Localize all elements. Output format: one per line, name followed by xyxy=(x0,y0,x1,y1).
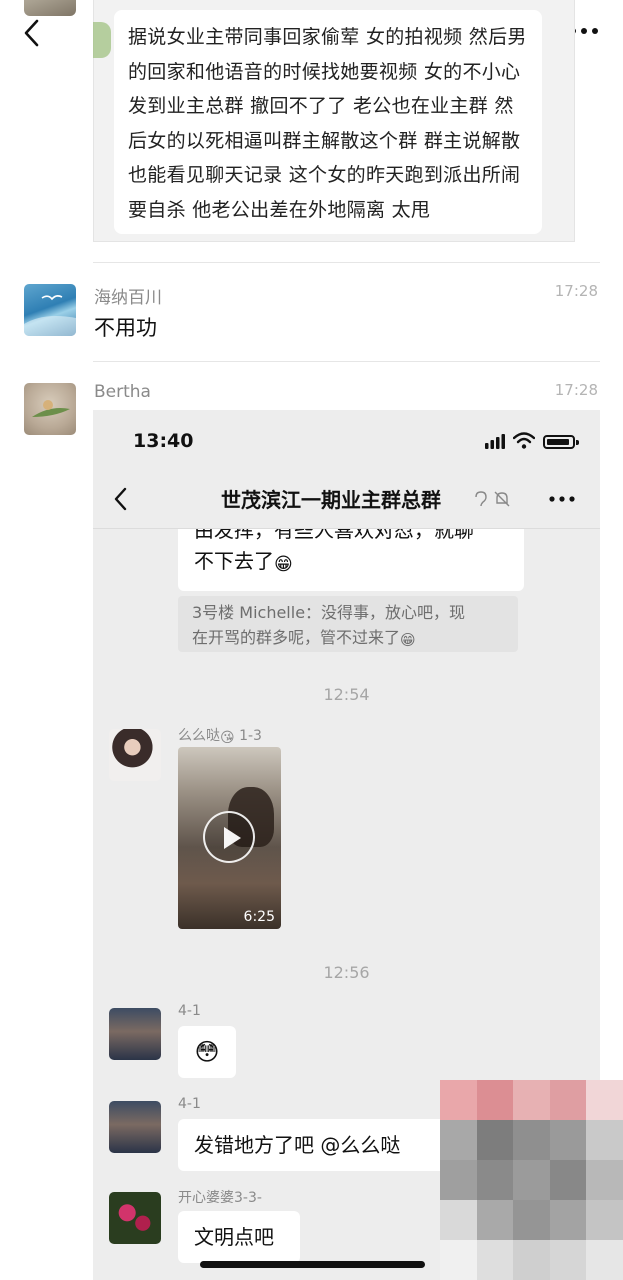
mosaic-tile xyxy=(513,1160,550,1200)
mosaic-tile xyxy=(586,1120,623,1160)
mosaic-tile xyxy=(440,1120,477,1160)
avatar xyxy=(109,1008,161,1060)
message-text: 不用功 xyxy=(94,316,157,340)
mosaic-tile xyxy=(440,1200,477,1240)
bubble-line: 不下去了 xyxy=(194,549,274,573)
post-decoration xyxy=(93,22,111,58)
message-time: 17:28 xyxy=(554,282,598,300)
sender-name: 海纳百川 xyxy=(94,288,162,308)
message-time: 17:28 xyxy=(554,381,598,399)
timestamp: 12:56 xyxy=(323,963,370,982)
mosaic-tile xyxy=(476,1240,514,1280)
play-triangle-icon xyxy=(224,827,241,849)
mosaic-tile xyxy=(586,1160,623,1200)
message-bubble: 由发挥，有些人喜欢对怼，就聊 不下去了😁 xyxy=(178,529,524,591)
mosaic-tile xyxy=(513,1240,550,1280)
sender-name: 4-1 xyxy=(178,1003,201,1019)
mosaic-tile xyxy=(440,1240,477,1280)
avatar xyxy=(109,1192,161,1244)
message-bubble: 文明点吧 xyxy=(178,1211,300,1263)
mosaic-tile xyxy=(440,1080,477,1120)
mosaic-tile xyxy=(549,1120,587,1160)
mosaic-tile xyxy=(476,1160,514,1200)
avatar xyxy=(109,729,161,781)
bubble-line: 由发挥，有些人喜欢对怼，就聊 xyxy=(194,529,474,542)
mosaic-tile xyxy=(476,1200,514,1240)
mosaic-tile xyxy=(549,1200,587,1240)
avatar xyxy=(24,0,76,16)
mosaic-tile xyxy=(476,1120,514,1160)
mosaic-tile xyxy=(549,1240,587,1280)
avatar xyxy=(109,1101,161,1153)
message-bubble: 😳 xyxy=(178,1026,236,1078)
back-icon xyxy=(114,487,127,511)
mosaic-tile xyxy=(586,1240,623,1280)
sender-name: 么么哒😘 1-3 xyxy=(178,728,262,746)
mosaic-tile xyxy=(476,1080,514,1120)
quote-line: 3号楼 Michelle：没得事，放心吧，现 xyxy=(192,603,466,622)
seagull-icon xyxy=(24,295,76,336)
divider xyxy=(93,262,600,263)
sender-name: 开心婆婆3-3- xyxy=(178,1190,262,1206)
battery-tip xyxy=(576,440,579,445)
timestamp: 12:54 xyxy=(323,685,370,704)
mosaic-tile xyxy=(549,1080,587,1120)
sender-name: 4-1 xyxy=(178,1096,201,1112)
grin-emoji-icon: 😁 xyxy=(400,631,416,649)
mosaic-tile xyxy=(513,1080,550,1120)
mosaic-tile xyxy=(440,1160,477,1200)
wifi-icon xyxy=(513,432,535,449)
post-text: 据说女业主带同事回家偷荤 女的拍视频 然后男的回家和他语音的时候找她要视频 女的… xyxy=(114,10,542,234)
signal-icon xyxy=(485,434,505,449)
home-indicator xyxy=(200,1261,425,1268)
quote-line: 在开骂的群多呢，管不过来了 xyxy=(192,628,401,647)
earpiece-icon xyxy=(475,491,487,507)
battery-icon xyxy=(543,435,575,449)
bird-illustration-icon xyxy=(32,400,70,417)
sender-name: Bertha xyxy=(94,382,151,402)
more-icon xyxy=(549,496,575,502)
video-duration: 6:25 xyxy=(243,909,275,925)
back-icon[interactable] xyxy=(18,18,48,48)
mosaic-tile xyxy=(549,1160,587,1200)
divider xyxy=(93,361,600,362)
status-time: 13:40 xyxy=(133,430,194,452)
avatar[interactable] xyxy=(24,383,76,435)
video-message: 6:25 xyxy=(178,747,281,929)
message-bubble: 发错地方了吧 @么么哒 xyxy=(178,1119,468,1171)
mute-bell-icon xyxy=(494,491,510,507)
mosaic-tile xyxy=(586,1200,623,1240)
mosaic-tile xyxy=(513,1120,550,1160)
pixelated-overlay xyxy=(440,1080,623,1280)
avatar[interactable] xyxy=(24,284,76,336)
chat-title: 世茂滨江一期业主群总群 xyxy=(221,488,441,512)
quoted-message: 3号楼 Michelle：没得事，放心吧，现 在开骂的群多呢，管不过来了😁 xyxy=(178,596,518,652)
mosaic-tile xyxy=(513,1200,550,1240)
grin-emoji-icon: 😁 xyxy=(274,554,293,575)
mosaic-tile xyxy=(586,1080,623,1120)
